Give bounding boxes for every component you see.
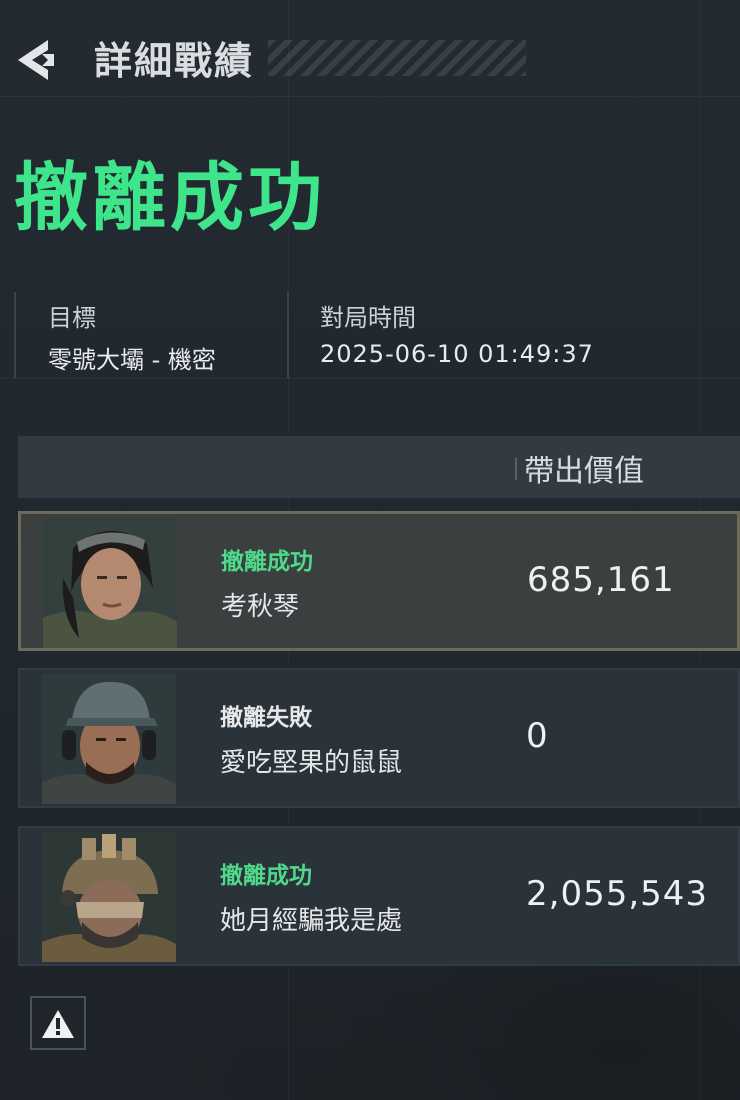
table-header: 帶出價值: [18, 436, 740, 498]
target-value: 零號大壩 - 機密: [48, 346, 216, 374]
warning-icon: [42, 1010, 74, 1038]
player-name: 考秋琴: [221, 592, 300, 622]
divider: [14, 292, 16, 378]
grid-line: [0, 96, 740, 97]
grid-line: [0, 378, 740, 379]
extraction-result-title: 撤離成功: [14, 155, 326, 241]
player-row[interactable]: 撤離成功 她月經騙我是處 2,055,543: [18, 826, 740, 966]
extracted-value: 0: [526, 716, 549, 756]
player-name: 她月經騙我是處: [220, 906, 403, 936]
title-decoration: [268, 40, 526, 76]
page-title: 詳細戰績: [94, 39, 255, 83]
operator-avatar: [42, 832, 176, 962]
column-separator: [515, 458, 517, 480]
divider: [287, 292, 289, 378]
extracted-value: 2,055,543: [526, 874, 709, 914]
row-status: 撤離成功: [221, 549, 313, 575]
operator-avatar: [42, 674, 176, 804]
back-arrow-icon: [18, 40, 54, 80]
match-time-value: 2025-06-10 01:49:37: [320, 340, 594, 368]
operator-avatar: [43, 518, 177, 648]
match-time-label: 對局時間: [320, 304, 416, 332]
player-name: 愛吃堅果的鼠鼠: [220, 748, 403, 778]
player-row[interactable]: 撤離成功 考秋琴 685,161: [18, 511, 740, 651]
target-label: 目標: [48, 304, 96, 332]
report-button[interactable]: [30, 996, 86, 1050]
player-row[interactable]: 撤離失敗 愛吃堅果的鼠鼠 0: [18, 668, 740, 808]
row-status: 撤離成功: [220, 863, 312, 889]
back-button[interactable]: [12, 34, 64, 86]
extracted-value-column-label: 帶出價值: [524, 454, 644, 489]
row-status: 撤離失敗: [220, 705, 312, 731]
extracted-value: 685,161: [527, 560, 675, 600]
